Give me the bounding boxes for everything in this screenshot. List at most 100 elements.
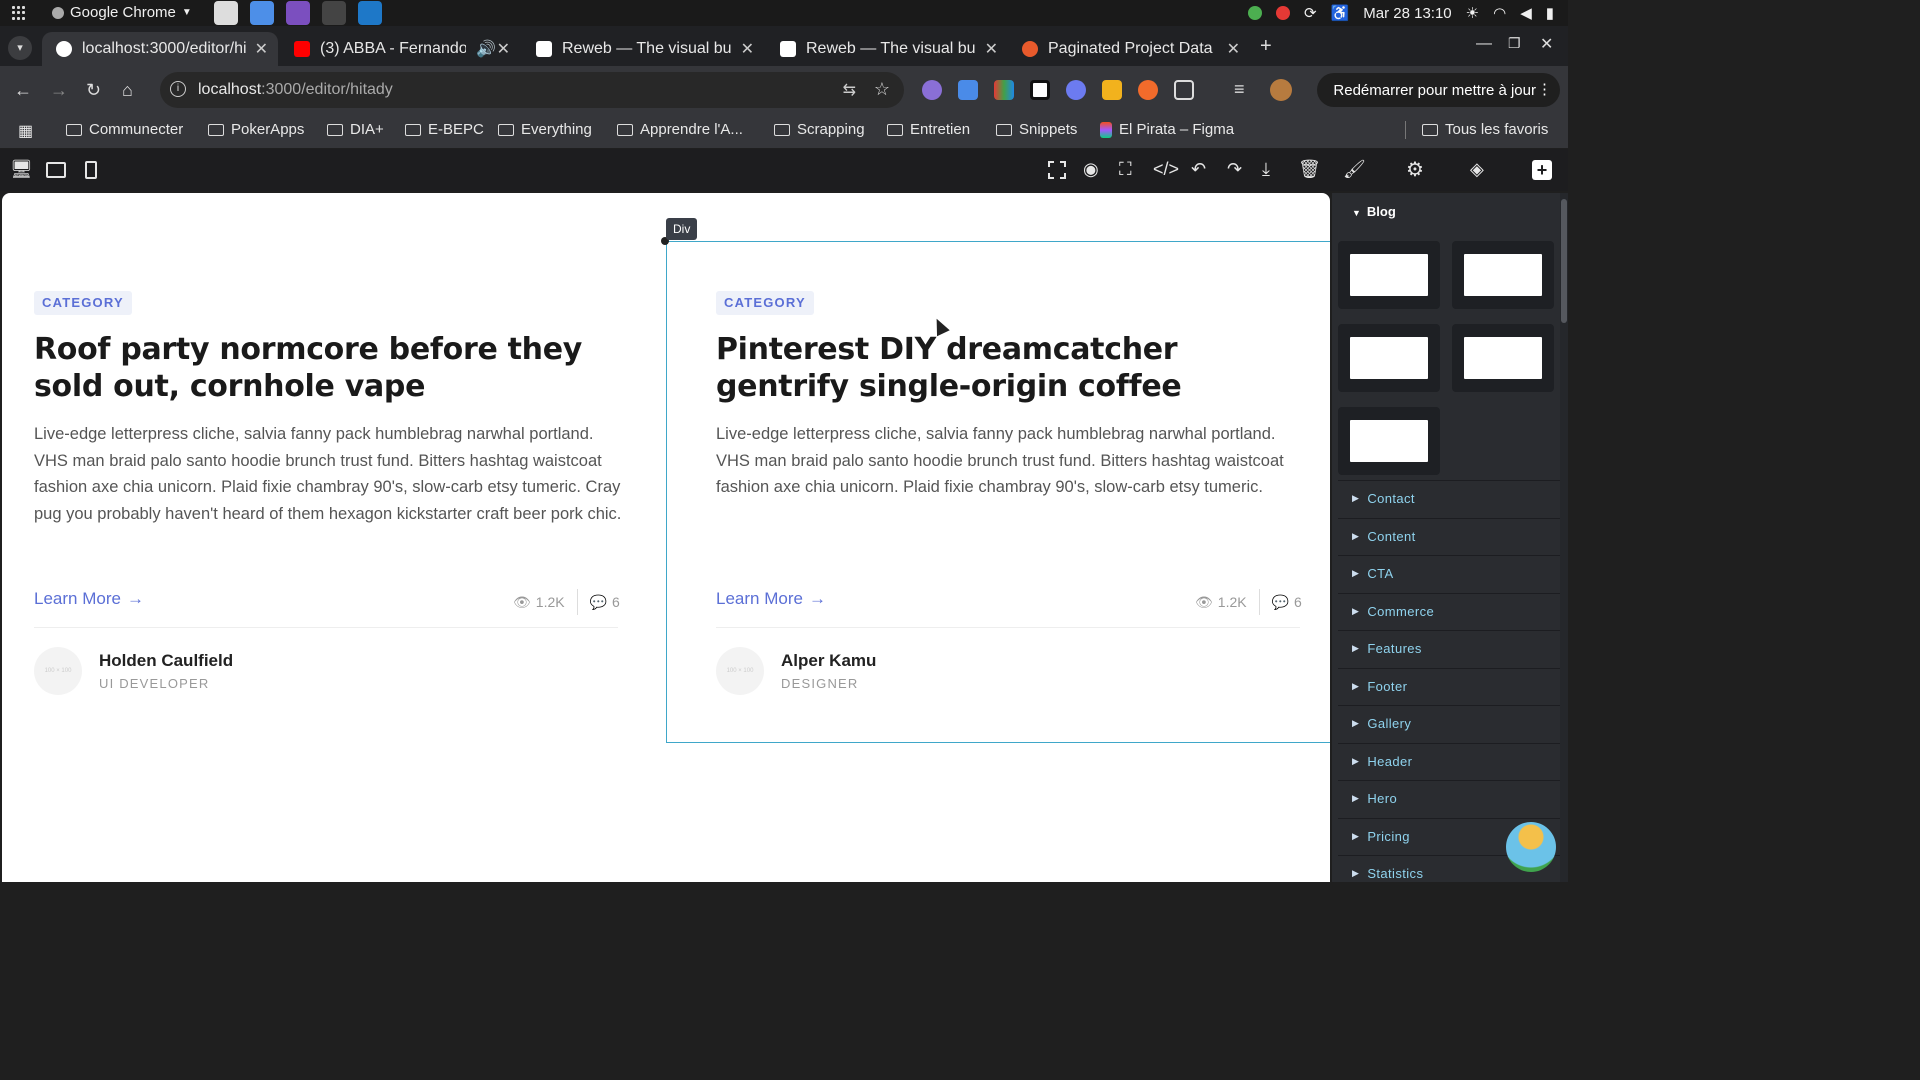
bookmark-folder[interactable]: E-BEPC [405, 121, 484, 138]
translate-icon[interactable]: ⇆ [843, 80, 856, 100]
active-app-menu[interactable]: Google Chrome ▼ [52, 4, 192, 21]
close-tab-icon[interactable]: ✕ [255, 39, 268, 59]
status-ok-icon[interactable] [1247, 6, 1262, 20]
bookmark-folder[interactable]: Entretien [887, 121, 970, 138]
extension-icon[interactable] [994, 80, 1014, 100]
tab-paginated[interactable]: Paginated Project Data F ✕ [1008, 32, 1250, 66]
selection-tag[interactable]: Div [666, 218, 698, 240]
category-header[interactable]: ▶ Header [1352, 754, 1412, 769]
fullscreen-icon[interactable]: ⛶ [1119, 159, 1132, 180]
bookmark-folder[interactable]: Apprendre l'A... [617, 121, 743, 138]
all-bookmarks[interactable]: Tous les favoris [1422, 121, 1548, 138]
extensions-puzzle-icon[interactable] [1174, 80, 1194, 100]
bookmark-star-icon[interactable]: ☆ [874, 79, 890, 100]
block-thumbnail[interactable] [1338, 407, 1440, 475]
beach-avatar-icon[interactable] [1506, 822, 1556, 872]
bookmark-folder[interactable]: Communecter [66, 121, 183, 138]
panel-scrollbar[interactable] [1560, 193, 1568, 882]
category-footer[interactable]: ▶ Footer [1352, 679, 1407, 694]
reload-icon[interactable]: ↻ [86, 80, 101, 101]
settings-gear-icon[interactable]: ⚙ [1406, 157, 1424, 182]
update-button[interactable]: Redémarrer pour mettre à jour ⋮ [1317, 73, 1560, 107]
minimize-icon[interactable]: — [1476, 35, 1492, 53]
block-thumbnail[interactable] [1338, 241, 1440, 309]
files-app-icon[interactable] [214, 1, 238, 25]
app-grid-icon[interactable] [12, 6, 26, 20]
layers-icon[interactable]: ◈ [1470, 159, 1484, 180]
category-contact[interactable]: ▶ Contact [1352, 491, 1415, 506]
redo-icon[interactable]: ↷ [1227, 159, 1242, 180]
tab-reweb-2[interactable]: Reweb — The visual buil ✕ [766, 32, 1008, 66]
learn-more-link[interactable]: Learn More → [34, 589, 144, 609]
chrome-app-icon[interactable] [250, 1, 274, 25]
block-thumbnail[interactable] [1452, 241, 1554, 309]
code-icon[interactable]: </> [1153, 159, 1179, 180]
bookmark-folder[interactable]: PokerApps [208, 121, 304, 138]
block-thumbnail[interactable] [1338, 324, 1440, 392]
category-gallery[interactable]: ▶ Gallery [1352, 716, 1411, 731]
tablet-view-icon[interactable] [46, 162, 66, 178]
battery-icon[interactable]: ▮ [1546, 4, 1554, 22]
tab-editor[interactable]: localhost:3000/editor/hi ✕ [42, 32, 278, 66]
more-menu-icon[interactable]: ⋮ [1537, 80, 1552, 98]
bookmark-folder[interactable]: Everything [498, 121, 592, 138]
extension-icon[interactable] [922, 80, 942, 100]
status-stop-icon[interactable] [1275, 6, 1290, 20]
category-header-blog[interactable]: ▼ Blog [1352, 204, 1396, 219]
extension-icon[interactable] [1138, 80, 1158, 100]
tab-reweb-1[interactable]: Reweb — The visual buil ✕ [522, 32, 764, 66]
github-app-icon[interactable] [286, 1, 310, 25]
category-hero[interactable]: ▶ Hero [1352, 791, 1397, 806]
select-outline-icon[interactable] [1048, 161, 1066, 179]
tab-search-icon[interactable]: ▾ [8, 36, 32, 60]
editor-canvas[interactable]: CATEGORY Roof party normcore before they… [2, 193, 1330, 882]
category-pricing[interactable]: ▶ Pricing [1352, 829, 1410, 844]
media-control-icon[interactable]: ≡ [1234, 79, 1245, 100]
close-tab-icon[interactable]: ✕ [985, 39, 998, 59]
mobile-view-icon[interactable] [85, 161, 97, 179]
category-content[interactable]: ▶ Content [1352, 529, 1416, 544]
extension-icon[interactable] [1030, 80, 1050, 100]
clock[interactable]: Mar 28 13:10 [1363, 5, 1451, 22]
category-statistics[interactable]: ▶ Statistics [1352, 866, 1423, 881]
vscode-app-icon[interactable] [358, 1, 382, 25]
profile-avatar[interactable] [1270, 79, 1292, 101]
accessibility-icon[interactable]: ♿ [1331, 4, 1350, 22]
close-tab-icon[interactable]: ✕ [1227, 39, 1240, 59]
close-tab-icon[interactable]: ✕ [741, 39, 754, 59]
url-input[interactable]: i localhost:3000/editor/hitady ⇆ ☆ [160, 72, 904, 108]
sync-icon[interactable]: ⟳ [1304, 4, 1317, 22]
bookmark-folder[interactable]: Snippets [996, 121, 1077, 138]
scrollbar-thumb[interactable] [1561, 199, 1567, 323]
style-brush-icon[interactable]: 🖌 [1343, 159, 1366, 180]
home-icon[interactable]: ⌂ [122, 80, 133, 101]
category-commerce[interactable]: ▶ Commerce [1352, 604, 1434, 619]
back-icon[interactable]: ← [14, 80, 32, 101]
category-features[interactable]: ▶ Features [1352, 641, 1422, 656]
volume-icon[interactable]: ◀ [1520, 4, 1532, 22]
brightness-icon[interactable]: ☀ [1466, 4, 1479, 22]
close-tab-icon[interactable]: ✕ [497, 39, 510, 59]
new-tab-icon[interactable]: + [1260, 35, 1272, 58]
extension-icon[interactable] [1066, 80, 1086, 100]
restore-icon[interactable]: ❐ [1508, 35, 1521, 52]
undo-icon[interactable]: ↶ [1191, 159, 1206, 180]
audio-playing-icon[interactable]: 🔊 [476, 39, 496, 59]
bookmark-folder[interactable]: DIA+ [327, 121, 384, 138]
trash-icon[interactable]: 🗑 [1298, 159, 1321, 180]
wifi-icon[interactable]: ◠ [1493, 4, 1506, 22]
close-window-icon[interactable]: ✕ [1540, 34, 1553, 54]
tab-youtube[interactable]: (3) ABBA - Fernando ( 🔊 ✕ [280, 32, 520, 66]
extension-icon[interactable] [1102, 80, 1122, 100]
preview-eye-icon[interactable]: ◉ [1083, 159, 1099, 180]
category-cta[interactable]: ▶ CTA [1352, 566, 1394, 581]
bookmark-figma[interactable]: El Pirata – Figma [1100, 121, 1234, 138]
forward-icon[interactable]: → [50, 80, 68, 101]
site-info-icon[interactable]: i [170, 81, 186, 97]
add-block-icon[interactable]: + [1532, 160, 1552, 180]
bookmark-folder[interactable]: Scrapping [774, 121, 865, 138]
block-thumbnail[interactable] [1452, 324, 1554, 392]
extension-icon[interactable] [958, 80, 978, 100]
terminal-app-icon[interactable] [322, 1, 346, 25]
desktop-view-icon[interactable]: 🖥 [10, 159, 33, 180]
